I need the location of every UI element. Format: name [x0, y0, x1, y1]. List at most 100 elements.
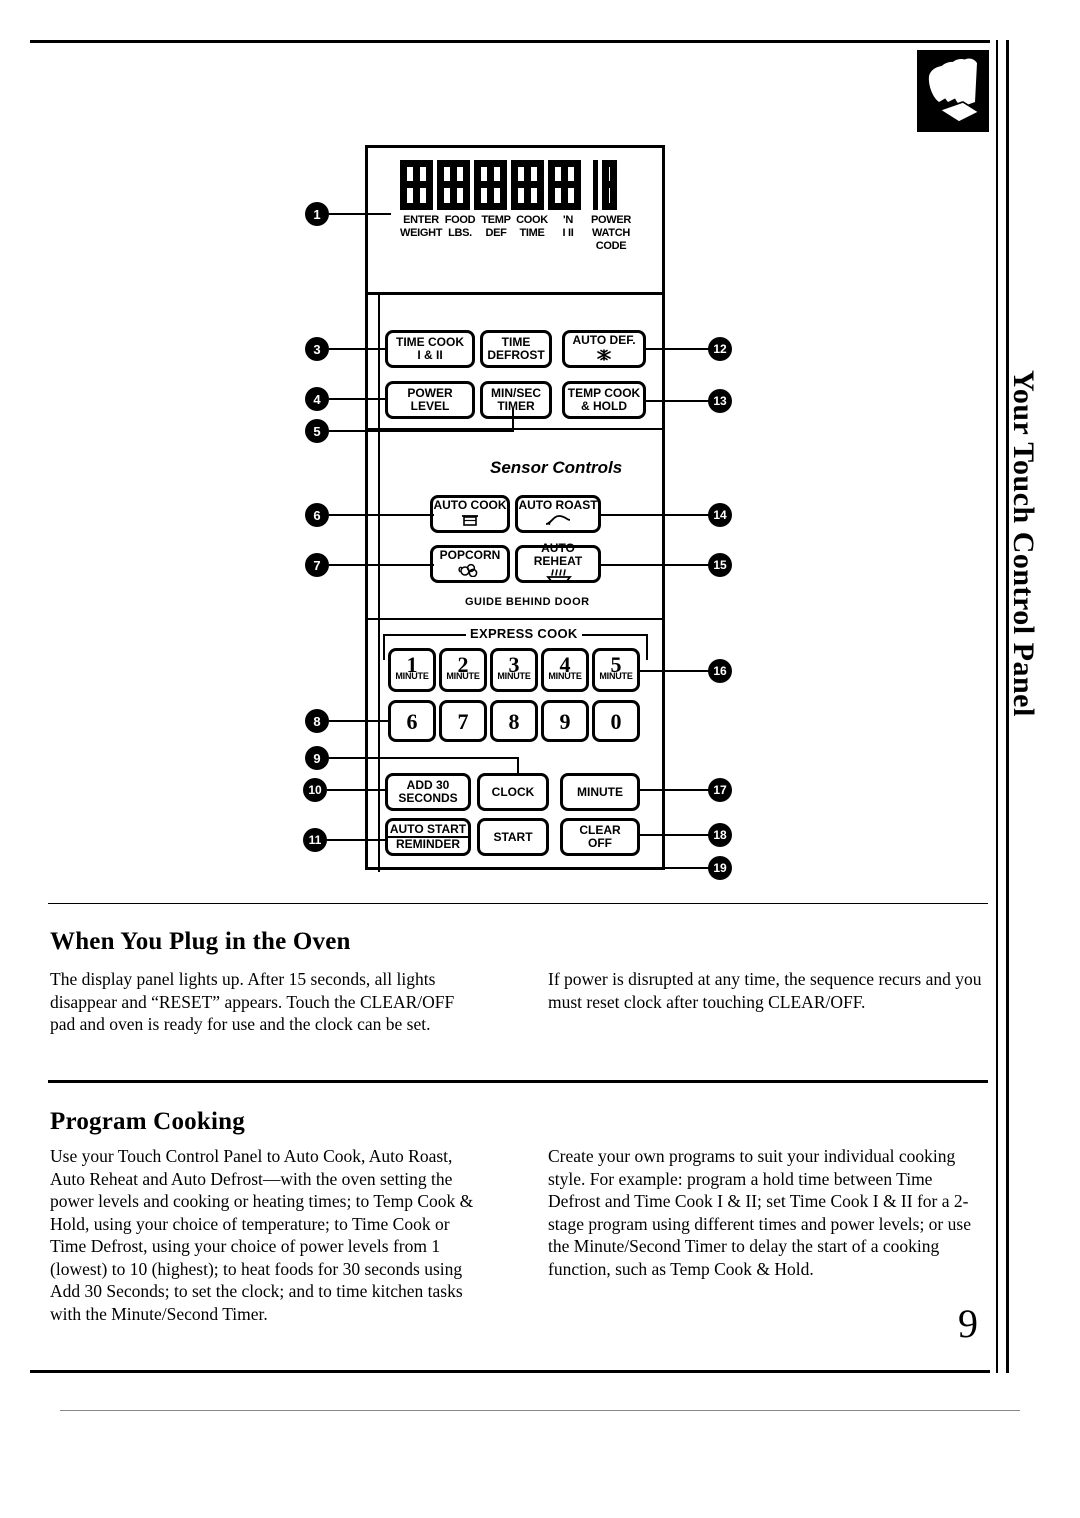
button-number-8[interactable]: 8	[490, 700, 538, 742]
panel-left-border-top	[365, 145, 368, 290]
button-min-sec-timer[interactable]: MIN/SEC TIMER	[480, 381, 552, 419]
button-power-level[interactable]: POWER LEVEL	[385, 381, 475, 419]
express-cook-label: EXPRESS COOK	[466, 626, 582, 641]
callout-1: 1	[305, 202, 329, 226]
callout-18: 18	[708, 823, 732, 847]
display-digit	[548, 160, 581, 210]
section-2-left-text: Use your Touch Control Panel to Auto Coo…	[50, 1146, 474, 1324]
callout-8: 8	[305, 709, 329, 733]
button-auto-start-reminder[interactable]: AUTO START REMINDER	[385, 818, 471, 856]
button-number-0[interactable]: 0	[592, 700, 640, 742]
snowflake-icon	[594, 348, 614, 365]
panel-left-border-bottom	[365, 290, 368, 870]
right-inner-rule	[996, 40, 998, 1373]
callout-12: 12	[708, 337, 732, 361]
callout-16: 16	[708, 659, 732, 683]
callout-5: 5	[305, 419, 329, 443]
button-express-3[interactable]: 3 MINUTE	[490, 648, 538, 692]
button-auto-reheat[interactable]: AUTO REHEAT	[515, 542, 601, 586]
section-2-right-text: Create your own programs to suit your in…	[548, 1146, 971, 1279]
callout-11-line	[327, 839, 387, 841]
callout-1-line	[329, 213, 391, 215]
callout-15: 15	[708, 553, 732, 577]
button-popcorn[interactable]: POPCORN	[430, 545, 510, 583]
display-label-food-lbs: FOOD LBS.	[444, 214, 476, 239]
button-time-cook[interactable]: TIME COOK I & II	[385, 330, 475, 368]
callout-10-line	[327, 789, 387, 791]
callout-5-vline	[512, 408, 514, 430]
roast-meat-icon	[543, 513, 573, 529]
panel-vert-lead	[378, 292, 380, 872]
display-label-cook-time: COOK TIME	[516, 214, 548, 239]
display-digits	[400, 160, 617, 210]
display-label-enter-weight: ENTER WEIGHT	[400, 214, 443, 239]
callout-17-line	[639, 789, 710, 791]
callout-13: 13	[708, 389, 732, 413]
sensor-controls-title: Sensor Controls	[490, 458, 623, 477]
callout-9-line	[329, 757, 519, 759]
side-tab-title: Your Touch Control Panel	[1007, 370, 1040, 717]
bottom-rule	[30, 1370, 990, 1373]
callout-7: 7	[305, 553, 329, 577]
callout-6: 6	[305, 503, 329, 527]
button-minute[interactable]: MINUTE	[560, 773, 640, 811]
button-start[interactable]: START	[477, 818, 549, 856]
manual-page: Your Touch Control Panel ENTER WEIGHT FO…	[0, 0, 1080, 1518]
callout-15-line	[600, 564, 710, 566]
callout-14-line	[600, 514, 710, 516]
button-auto-defrost[interactable]: AUTO DEF.	[562, 330, 646, 368]
button-express-5[interactable]: 5 MINUTE	[592, 648, 640, 692]
callout-5-line	[329, 430, 514, 432]
display-label-n-i-ii: 'N I II	[562, 214, 574, 239]
button-express-1[interactable]: 1 MINUTE	[388, 648, 436, 692]
callout-3-line	[329, 348, 387, 350]
section-heading-1: When You Plug in the Oven	[50, 928, 351, 955]
button-express-4[interactable]: 4 MINUTE	[541, 648, 589, 692]
button-time-defrost[interactable]: TIME DEFROST	[480, 330, 552, 368]
page-number-divider	[996, 1290, 998, 1373]
panel-divider-3	[368, 618, 665, 620]
display-digit-power	[593, 160, 617, 210]
footer-rule	[60, 1410, 1020, 1411]
display-label-temp-def: TEMP DEF	[481, 214, 511, 239]
top-rule	[30, 40, 990, 43]
callout-12-line	[645, 348, 710, 350]
callout-7-line	[329, 564, 434, 566]
button-clock[interactable]: CLOCK	[477, 773, 549, 811]
steaming-dish-icon	[542, 569, 574, 586]
display-digit	[437, 160, 470, 210]
display-digit	[400, 160, 433, 210]
button-clear-off[interactable]: CLEAR OFF	[560, 818, 640, 856]
button-number-6[interactable]: 6	[388, 700, 436, 742]
callout-6-line	[329, 514, 434, 516]
callout-4: 4	[305, 387, 329, 411]
callout-9: 9	[305, 746, 329, 770]
display-digit	[474, 160, 507, 210]
display-readout: ENTER WEIGHT FOOD LBS. TEMP DEF COOK TIM…	[400, 160, 650, 270]
callout-3: 3	[305, 337, 329, 361]
section-1-left-text: The display panel lights up. After 15 se…	[50, 969, 455, 1034]
button-add-30-seconds[interactable]: ADD 30 SECONDS	[385, 773, 471, 811]
callout-13-line	[645, 400, 710, 402]
button-auto-cook[interactable]: AUTO COOK	[430, 495, 510, 533]
popcorn-icon	[457, 563, 483, 580]
button-temp-cook-hold[interactable]: TEMP COOK & HOLD	[562, 381, 646, 419]
display-label-row: ENTER WEIGHT FOOD LBS. TEMP DEF COOK TIM…	[400, 214, 636, 253]
callout-16-line	[639, 670, 710, 672]
hand-pressing-icon	[917, 50, 989, 132]
pot-icon	[459, 513, 481, 529]
button-auto-roast[interactable]: AUTO ROAST	[515, 495, 601, 533]
callout-4-line	[329, 398, 387, 400]
callout-17: 17	[708, 778, 732, 802]
button-number-9[interactable]: 9	[541, 700, 589, 742]
button-express-2[interactable]: 2 MINUTE	[439, 648, 487, 692]
section-heading-2: Program Cooking	[50, 1108, 245, 1135]
callout-18-line	[639, 834, 710, 836]
callout-14: 14	[708, 503, 732, 527]
display-label-power-watch-code: POWER WATCH CODE	[590, 214, 632, 252]
button-number-7[interactable]: 7	[439, 700, 487, 742]
callout-11: 11	[303, 828, 327, 852]
callout-19-line	[639, 867, 710, 869]
page-number: 9	[958, 1301, 978, 1346]
panel-divider-1	[368, 292, 665, 295]
